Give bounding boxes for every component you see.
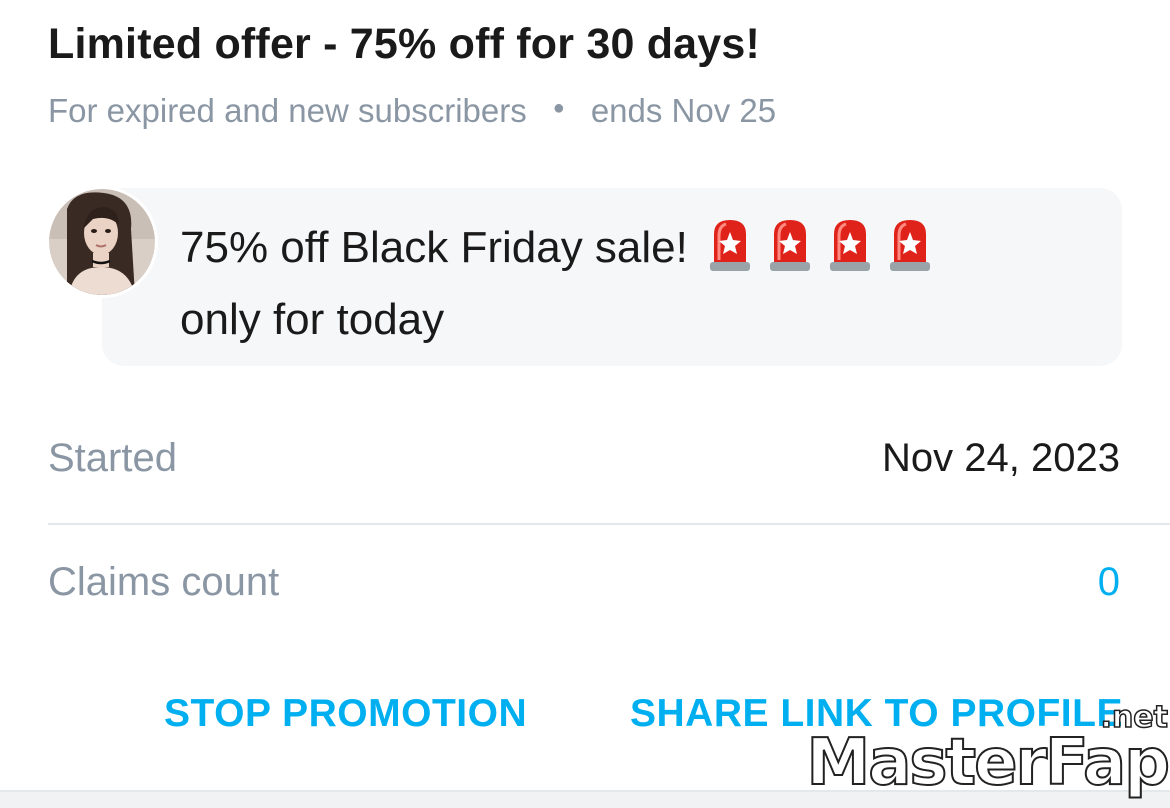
- divider: [48, 523, 1170, 525]
- promotion-details: Limited offer - 75% off for 30 days! For…: [0, 0, 1170, 808]
- police-car-light-icon: [826, 216, 874, 272]
- claims-count-value[interactable]: 0: [1098, 560, 1120, 605]
- watermark-tld: .net: [1100, 699, 1169, 736]
- avatar-image: [49, 189, 155, 295]
- avatar[interactable]: [46, 186, 158, 298]
- police-car-light-icon: [886, 216, 934, 272]
- promotion-title: Limited offer - 75% off for 30 days!: [48, 20, 761, 68]
- claims-label: Claims count: [48, 560, 280, 604]
- stop-promotion-button[interactable]: STOP PROMOTION: [164, 692, 527, 736]
- watermark-brand: MasterFap: [806, 725, 1170, 801]
- promotion-audience: For expired and new subscribers: [48, 92, 527, 129]
- police-car-light-icon: [706, 216, 754, 272]
- promotion-message: 75% off Black Friday sale! only for toda…: [180, 212, 1080, 356]
- watermark-logo: MasterFap .net: [806, 699, 1170, 801]
- started-label: Started: [48, 436, 177, 480]
- police-car-light-icon: [766, 216, 814, 272]
- started-row: Started Nov 24, 2023: [48, 436, 1120, 481]
- claims-row: Claims count 0: [48, 560, 1120, 605]
- siren-emoji-group: [706, 216, 934, 272]
- separator-dot: ●: [552, 96, 565, 119]
- started-value: Nov 24, 2023: [882, 436, 1120, 480]
- promotion-end-date: ends Nov 25: [590, 92, 777, 129]
- message-line-2: only for today: [180, 295, 445, 344]
- promotion-subtitle: For expired and new subscribers ● ends N…: [48, 92, 776, 130]
- message-line-1: 75% off Black Friday sale!: [180, 223, 688, 272]
